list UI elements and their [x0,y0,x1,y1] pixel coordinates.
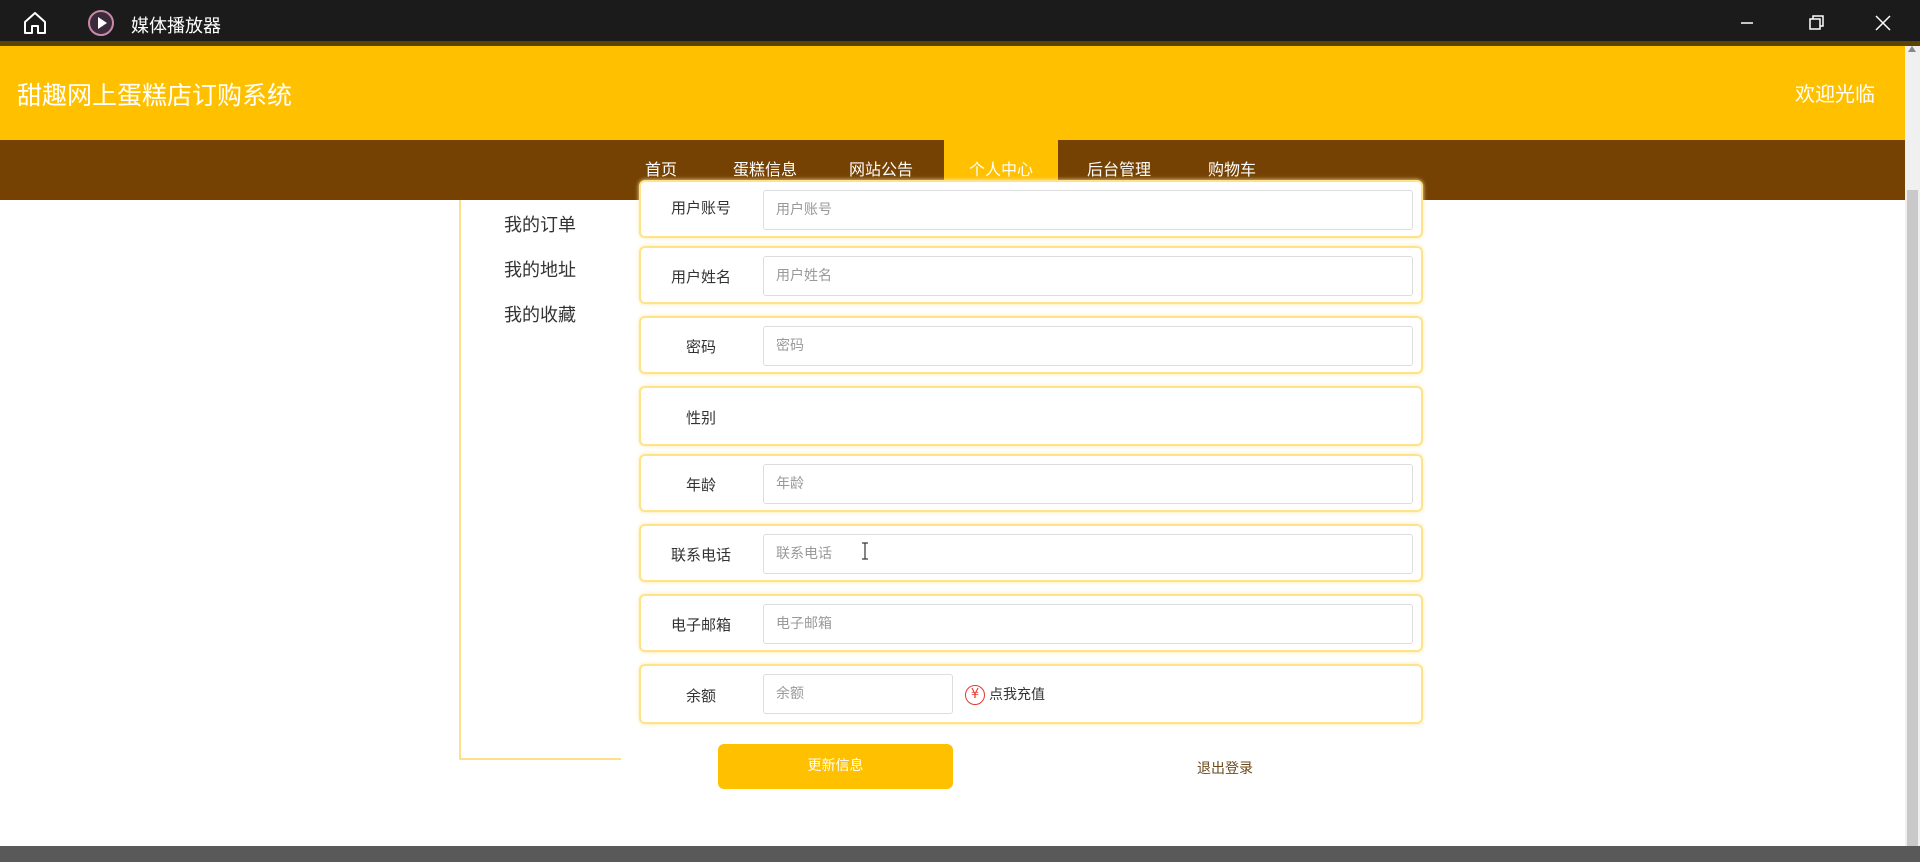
password-input[interactable] [763,326,1413,366]
balance-input[interactable] [763,674,953,714]
gender-label: 性别 [685,409,716,427]
maximize-icon[interactable] [1801,8,1831,38]
recharge-link[interactable]: ¥ 点我充值 [965,684,1045,705]
scroll-up-icon[interactable] [1908,46,1916,52]
sidebar-item-favorites[interactable]: 我的收藏 [504,301,576,327]
close-icon[interactable] [1868,8,1898,38]
media-player-icon [88,10,114,36]
window-titlebar: 媒体播放器 [0,0,1920,45]
scrollbar-thumb[interactable] [1907,190,1918,846]
account-input[interactable] [763,190,1413,230]
password-label: 密码 [685,338,716,356]
window-title: 媒体播放器 [131,16,221,37]
account-label: 用户账号 [670,199,731,217]
sidebar-item-orders[interactable]: 我的订单 [504,211,576,237]
minimize-icon[interactable] [1732,8,1762,38]
email-label: 电子邮箱 [670,616,731,634]
age-input[interactable] [763,464,1413,504]
phone-label: 联系电话 [670,546,731,564]
text-cursor-icon [862,542,868,560]
balance-label: 余额 [685,687,716,705]
form-row-age: 年龄 [639,454,1423,512]
form-row-name: 用户姓名 [639,246,1423,304]
age-label: 年龄 [685,476,716,494]
form-row-phone: 联系电话 [639,524,1423,582]
bottom-bar [0,846,1920,862]
sidebar-item-address[interactable]: 我的地址 [504,256,576,282]
form-row-password: 密码 [639,316,1423,374]
form-row-gender: 性别 [639,386,1423,446]
logout-link[interactable]: 退出登录 [1197,758,1253,778]
name-label: 用户姓名 [670,268,731,286]
form-row-balance: 余额 ¥点我充值 [639,664,1423,724]
welcome-text: 欢迎光临 [1795,82,1875,106]
recharge-label: 点我充值 [989,687,1045,703]
name-input[interactable] [763,256,1413,296]
form-row-email: 电子邮箱 [639,594,1423,652]
update-info-button[interactable]: 更新信息 [718,744,953,789]
personal-sidebar: 我的订单 我的地址 我的收藏 [459,200,621,760]
yuan-icon: ¥ [965,685,985,705]
email-input[interactable] [763,604,1413,644]
site-title: 甜趣网上蛋糕店订购系统 [17,81,293,110]
home-icon[interactable] [22,10,48,36]
form-row-account: 用户账号 [639,180,1423,238]
site-header: 甜趣网上蛋糕店订购系统 欢迎光临 [0,46,1905,140]
